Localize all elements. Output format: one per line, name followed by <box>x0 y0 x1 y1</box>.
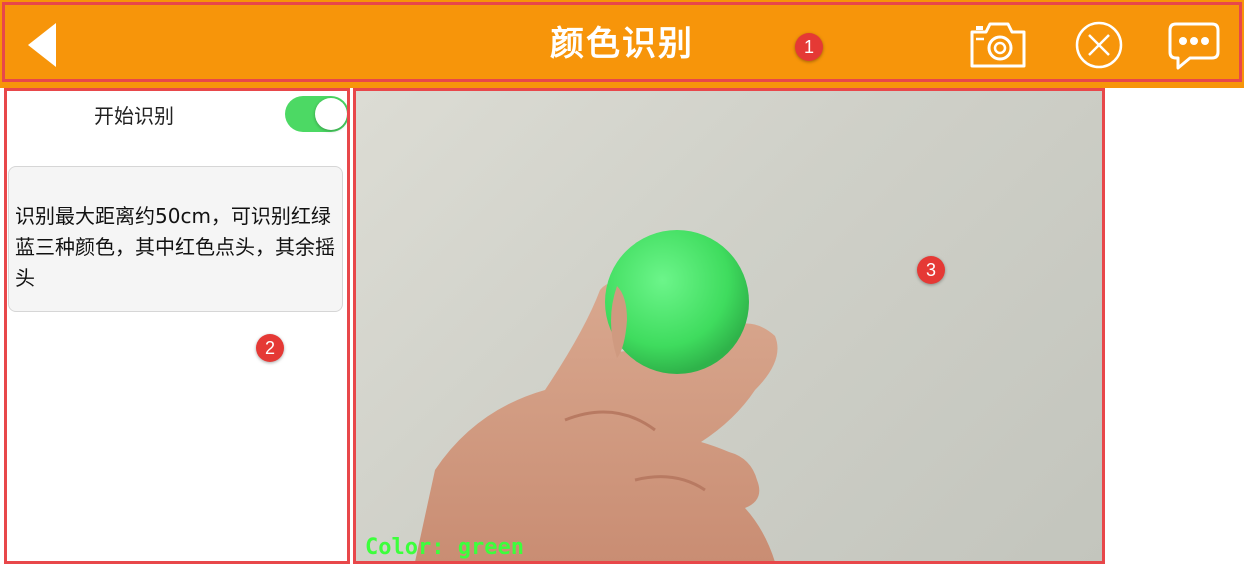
color-result-text: Color: green <box>365 535 524 560</box>
back-arrow-icon <box>28 23 56 67</box>
close-button[interactable] <box>1071 18 1127 72</box>
camera-button[interactable] <box>968 18 1026 72</box>
toggle-label: 开始识别 <box>94 104 174 128</box>
chat-bubble-icon <box>1168 22 1220 70</box>
description-text: 识别最大距离约50cm，可识别红绿蓝三种颜色，其中红色点头，其余摇头 <box>8 166 343 312</box>
close-circle-icon <box>1075 21 1123 69</box>
back-button[interactable] <box>20 20 70 70</box>
settings-panel: 开始识别 识别最大距离约50cm，可识别红绿蓝三种颜色，其中红色点头，其余摇头 <box>6 90 349 562</box>
toggle-knob <box>315 98 347 130</box>
app-screen: 颜色识别 开始识别 识别最大距离约50cm，可识别红绿蓝三种颜色，其中红色点头，… <box>0 0 1244 568</box>
header-bar: 颜色识别 <box>0 0 1244 88</box>
annotation-badge-2: 2 <box>256 334 284 362</box>
page-title: 颜色识别 <box>550 24 694 64</box>
camera-view: Color: green <box>355 90 1103 562</box>
start-recognition-toggle[interactable] <box>285 96 349 132</box>
camera-feed-image <box>415 230 778 562</box>
annotation-badge-3: 3 <box>917 256 945 284</box>
chat-button[interactable] <box>1166 18 1222 72</box>
annotation-badge-1: 1 <box>795 33 823 61</box>
camera-icon <box>970 22 1026 68</box>
